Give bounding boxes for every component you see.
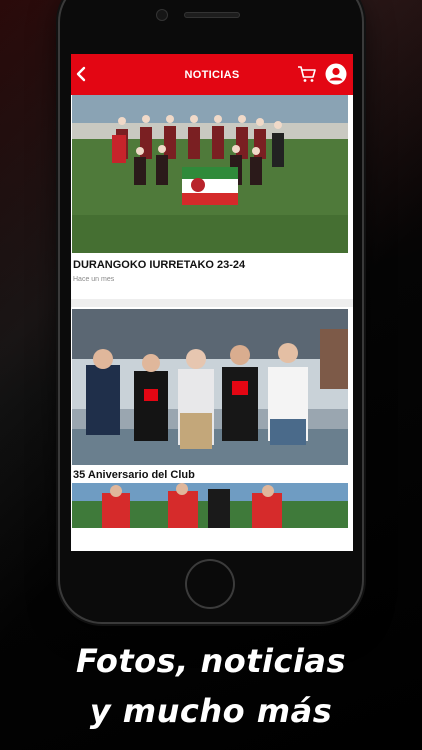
app-screen: NOTICIAS DURANGOKO IURRETAKO 23-24 Hace …: [71, 54, 353, 551]
news-card[interactable]: [72, 483, 348, 528]
home-button[interactable]: [185, 559, 235, 609]
phone-frame: NOTICIAS DURANGOKO IURRETAKO 23-24 Hace …: [60, 0, 362, 622]
card-divider: [71, 299, 353, 307]
user-icon[interactable]: [325, 63, 347, 85]
news-title[interactable]: 35 Aniversario del Club: [73, 469, 195, 481]
page-title: NOTICIAS: [184, 68, 240, 81]
news-feed[interactable]: DURANGOKO IURRETAKO 23-24 Hace un mes 35…: [71, 95, 353, 551]
news-photo-team: [72, 95, 348, 253]
news-title[interactable]: DURANGOKO IURRETAKO 23-24: [73, 259, 245, 271]
news-card[interactable]: DURANGOKO IURRETAKO 23-24 Hace un mes: [72, 95, 348, 295]
cart-icon[interactable]: [297, 64, 317, 84]
news-date: Hace un mes: [73, 276, 115, 283]
promo-caption-line1: Fotos, noticias: [75, 642, 347, 680]
promo-caption-line2: y mucho más: [89, 692, 333, 730]
earpiece-speaker: [184, 12, 240, 18]
chevron-left-icon[interactable]: [74, 63, 88, 85]
news-photo-anniversary: [72, 309, 348, 465]
news-photo-match: [72, 483, 348, 528]
front-camera: [156, 9, 168, 21]
app-header: NOTICIAS: [71, 54, 353, 95]
news-card[interactable]: 35 Aniversario del Club: [72, 309, 348, 481]
